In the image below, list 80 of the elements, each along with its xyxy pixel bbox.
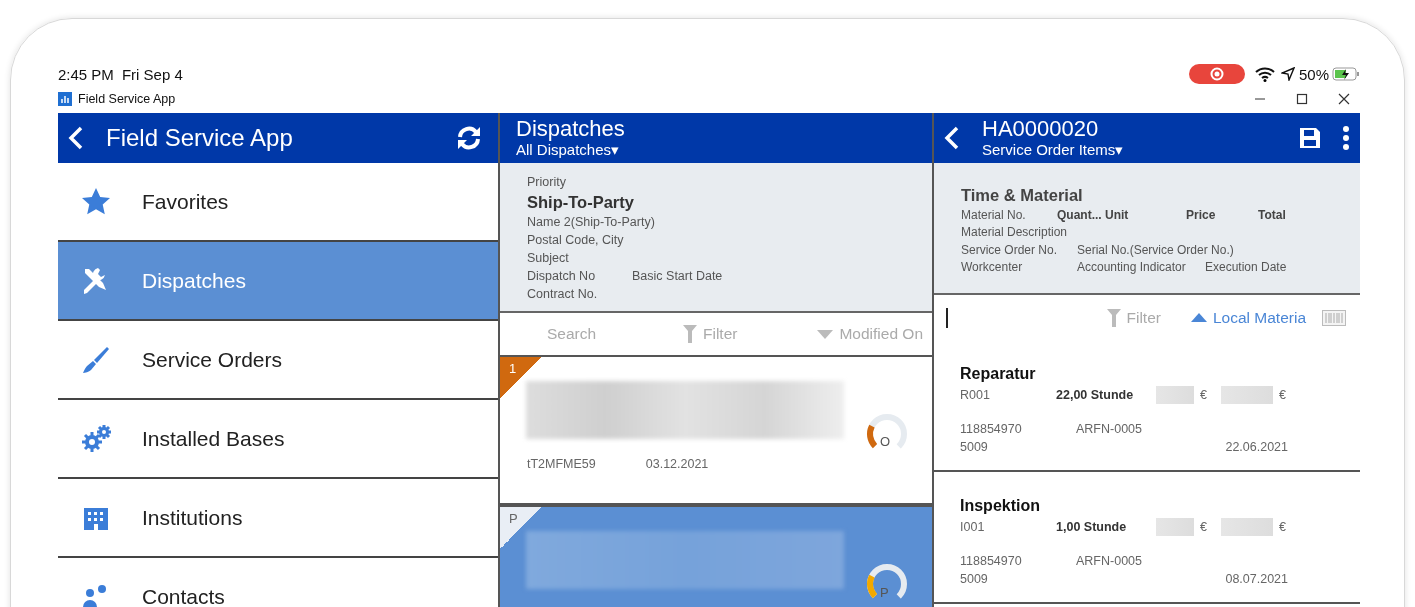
redacted-field (1156, 386, 1194, 404)
recording-indicator (1188, 64, 1245, 84)
service-order-number: 118854970 (960, 553, 1023, 570)
item-quantity: 22,00 Stunde (1056, 387, 1135, 404)
field-label: Accounting Indicator (1077, 259, 1187, 276)
dispatch-card[interactable]: P P (500, 505, 932, 607)
currency-label: € (1200, 387, 1207, 404)
field-label: Material Description (961, 224, 1069, 241)
field-label: Total (1258, 206, 1286, 224)
sort-button[interactable]: Local Materia (1190, 308, 1306, 327)
save-icon[interactable] (1298, 126, 1322, 150)
field-label: Basic Start Date (632, 268, 723, 285)
field-label: Subject (527, 250, 570, 267)
dispatch-date: 03.12.2021 (645, 457, 709, 471)
status-letter: P (880, 585, 889, 600)
field-label: Dispatch No (527, 268, 597, 285)
filter-icon (1106, 308, 1121, 327)
field-label: Name 2(Ship-To-Party) (527, 214, 655, 231)
field-label: Quant... Unit (1057, 206, 1130, 224)
field-label: Contract No. (527, 286, 599, 303)
currency-label: € (1278, 387, 1286, 404)
field-label: Price (1186, 206, 1217, 224)
item-code: R001 (960, 387, 991, 404)
sidebar-item[interactable]: Service Orders (58, 321, 498, 400)
field-label: Service Order No. (961, 241, 1059, 259)
status-date: Fri Sep 4 (121, 65, 183, 83)
battery-percent: 50% (1298, 65, 1329, 83)
close-icon[interactable] (1338, 93, 1350, 105)
workcenter: 5009 (960, 439, 988, 456)
maximize-icon[interactable] (1296, 93, 1308, 105)
wifi-icon (1254, 66, 1275, 82)
caret-icon (817, 329, 834, 339)
execution-date: 08.07.2021 (1225, 571, 1288, 588)
field-label: Serial No.(Service Order No.) (1077, 241, 1234, 259)
header-title: Dispatches (516, 117, 625, 141)
field-label: Ship-To-Party (527, 192, 634, 213)
dispatch-number: tT2MFME59 (527, 457, 596, 471)
section-title: Time & Material (961, 187, 1084, 205)
sidebar-item[interactable]: Contacts (58, 558, 498, 607)
item-code: I001 (960, 519, 986, 536)
currency-label: € (1278, 519, 1286, 536)
gears-icon (80, 422, 112, 455)
redacted-field (1156, 518, 1194, 536)
field-label: Postal Code, City (527, 232, 625, 249)
status-time: 2:45 PM (58, 65, 114, 83)
sidebar-item[interactable]: Installed Bases (58, 400, 498, 479)
text-cursor (946, 307, 948, 328)
item-name: Inspektion (960, 496, 1041, 516)
field-label: Material No. (961, 206, 1027, 224)
service-order-number: 118854970 (960, 421, 1023, 438)
redacted-field (1220, 386, 1273, 404)
sidebar-item[interactable]: Institutions (58, 479, 498, 558)
battery-icon (1332, 67, 1360, 81)
workcenter: 5009 (960, 571, 988, 588)
refresh-icon[interactable] (456, 125, 482, 151)
app-icon (58, 92, 72, 106)
serial-number: ARFN-0005 (1076, 553, 1142, 570)
window-title: Field Service App (78, 92, 176, 106)
header-title: Field Service App (106, 124, 293, 152)
search-field[interactable]: Search (545, 324, 669, 344)
redacted-field (1220, 518, 1273, 536)
execution-date: 22.06.2021 (1225, 439, 1288, 456)
filter-icon (683, 325, 697, 343)
item-name: Reparatur (960, 364, 1037, 384)
currency-label: € (1200, 519, 1207, 536)
back-icon[interactable] (944, 126, 960, 150)
caret-icon (1190, 313, 1207, 322)
dispatch-card[interactable]: 1 tT2MFME59 03.12.2021 O (500, 355, 932, 505)
header-title: HA0000020 (982, 117, 1100, 141)
serial-number: ARFN-0005 (1076, 421, 1142, 438)
view-selector[interactable]: Service Order Items▾ (982, 141, 1124, 159)
view-selector[interactable]: All Dispatches▾ (516, 141, 625, 159)
back-icon[interactable] (68, 126, 84, 150)
item-quantity: 1,00 Stunde (1056, 519, 1128, 536)
field-label: Priority (527, 174, 567, 191)
field-label: Execution Date (1205, 259, 1287, 276)
status-letter: O (880, 434, 891, 449)
more-icon[interactable] (1342, 125, 1350, 151)
location-icon (1280, 67, 1295, 81)
field-label: Workcenter (961, 259, 1024, 276)
